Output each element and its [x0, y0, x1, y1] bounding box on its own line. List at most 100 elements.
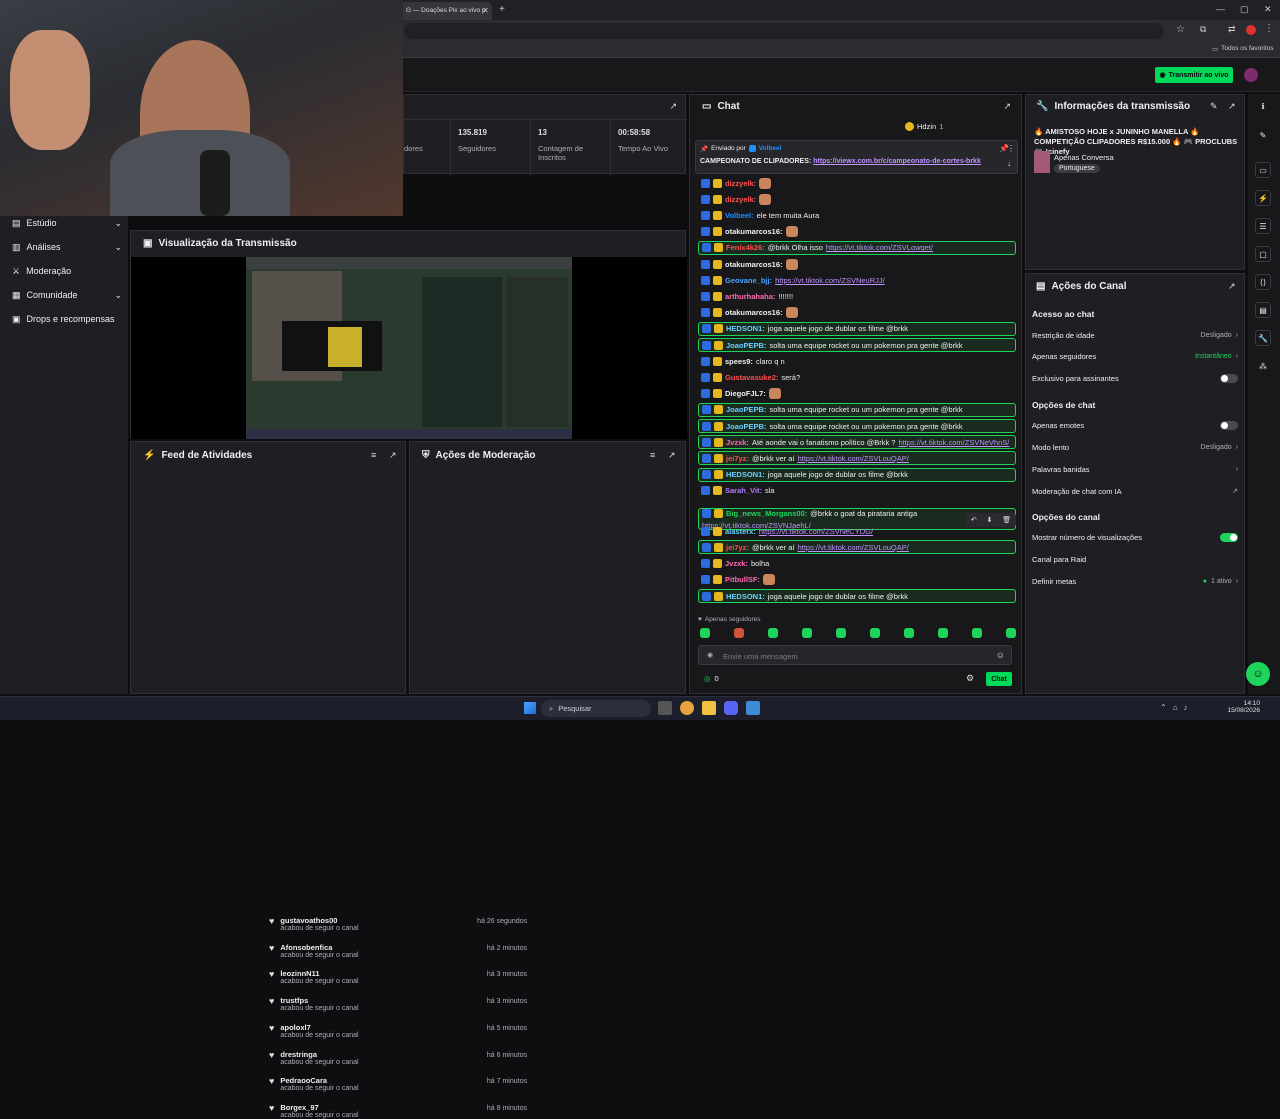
popout-icon[interactable]: ↗	[1003, 101, 1011, 112]
more-icon[interactable]: ⋮	[1007, 144, 1015, 153]
translate-icon[interactable]: ⇄	[1228, 24, 1236, 35]
chat-message[interactable]: Fenix4k26: @brkk Olha isso https://vt.tikt…	[698, 240, 1016, 255]
chat-message[interactable]: Sarah_Vit: sla	[698, 484, 1016, 498]
chat-username[interactable]: spees9:	[725, 357, 753, 366]
chat-link[interactable]: https://vt.tiktok.com/ZSVLowqet/	[826, 243, 933, 252]
popout-icon[interactable]: ↗	[389, 450, 397, 461]
chat-username[interactable]: HEDSON1:	[726, 592, 765, 601]
sidebar-item-drops[interactable]: ▣ Drops e recompensas	[12, 312, 132, 326]
popout-icon[interactable]: ↗	[1228, 281, 1236, 292]
chat-message[interactable]: otakumarcos16:	[698, 257, 1016, 271]
activity-user[interactable]: apoloxl7	[280, 1023, 358, 1032]
reply-icon[interactable]: ↶	[971, 516, 977, 524]
support-chat-button[interactable]: ☺	[1246, 662, 1270, 686]
apps-icon[interactable]: ⁂	[1255, 358, 1271, 374]
bolt-icon[interactable]: ⚡	[1255, 190, 1271, 206]
chat-message[interactable]: Geovane_bjj: https://vt.tiktok.com/ZSVNeu…	[698, 273, 1016, 287]
bookmark-star-icon[interactable]: ☆	[1176, 24, 1185, 35]
pencil-icon[interactable]: ✎	[1255, 127, 1271, 143]
chat-message[interactable]: HEDSON1: joga aquele jogo de dublar os fi…	[698, 467, 1016, 482]
chat-message[interactable]: JoaoPEPB: solta uma equipe rocket ou um p…	[698, 338, 1016, 352]
activity-user[interactable]: Borgex_97	[280, 1103, 358, 1112]
activity-user[interactable]: drestringa	[280, 1050, 358, 1059]
chat-link[interactable]: https://vt.tiktok.com/ZSVLouQAP/	[798, 454, 909, 463]
chat-username[interactable]: DiegoFJL7:	[725, 389, 766, 398]
age-restriction-row[interactable]: Restrição de idade Desligado ›	[1032, 329, 1238, 341]
sidebar-item-community[interactable]: ▦ Comunidade ⌄	[12, 288, 122, 302]
chat-link[interactable]: https://vt.tiktok.com/ZSVNeVhnS/	[898, 438, 1009, 447]
address-bar[interactable]	[404, 23, 1164, 39]
chat-username[interactable]: JoaoPEPB:	[726, 341, 766, 350]
browser-tab[interactable]: G — Doações Pix ao vivo p	[400, 2, 492, 20]
emote-icon[interactable]	[938, 628, 948, 638]
panel-icon[interactable]: ▭	[1255, 162, 1271, 178]
chat-username[interactable]: Sarah_Vit:	[725, 486, 762, 495]
windows-start-icon[interactable]	[524, 702, 536, 714]
activity-user[interactable]: gustavoathos00	[280, 916, 358, 925]
list-icon[interactable]: ☰	[1255, 218, 1271, 234]
collapse-icon[interactable]: ↓	[1007, 159, 1011, 168]
sidebar-item-analytics[interactable]: ▥ Análises ⌄	[12, 240, 122, 254]
chat-message[interactable]: HEDSON1: joga aquele jogo de dublar os fi…	[698, 589, 1016, 603]
activity-user[interactable]: Afonsobenfica	[280, 943, 358, 952]
emote-icon[interactable]	[904, 628, 914, 638]
chat-username[interactable]: alasterx:	[725, 527, 756, 536]
chat-username[interactable]: Big_news_Morgans00:	[726, 509, 807, 518]
chat-message[interactable]: JoaoPEPB: solta uma equipe rocket ou um p…	[698, 419, 1016, 433]
chat-username[interactable]: HEDSON1:	[726, 470, 765, 479]
delete-icon[interactable]: 🗑	[1002, 516, 1011, 524]
language-tag[interactable]: Portuguese	[1054, 164, 1100, 173]
chat-message[interactable]: dizzyelk:	[698, 176, 1016, 190]
followers-only-row[interactable]: Apenas seguidores Instantâneo ›	[1032, 350, 1238, 362]
taskbar-search[interactable]: ⌕ Pesquisar	[541, 700, 651, 717]
chat-username[interactable]: Jvzxk:	[725, 559, 748, 568]
video-player[interactable]	[131, 257, 687, 439]
chat-username[interactable]: dizzyelk:	[725, 195, 756, 204]
popout-icon[interactable]: ↗	[668, 450, 676, 461]
chat-username[interactable]: jei7yz:	[726, 454, 749, 463]
chat-message[interactable]: Gustavasuke2: será?	[698, 370, 1016, 384]
emote-icon[interactable]	[802, 628, 812, 638]
close-window-icon[interactable]: ✕	[1264, 4, 1272, 15]
chat-username[interactable]: arthurhahaha:	[725, 292, 775, 301]
all-bookmarks[interactable]: ▭ Todos os favoritos	[1212, 45, 1274, 53]
pinned-link[interactable]: https://viewx.com.br/c/campeonato-de-cor…	[813, 158, 981, 165]
chat-username[interactable]: HEDSON1:	[726, 324, 765, 333]
sidebar-item-moderation[interactable]: ⚔ Moderação	[12, 264, 122, 278]
chat-message[interactable]: DiegoFJL7:	[698, 387, 1016, 401]
menu-icon[interactable]: ⋮	[1264, 23, 1274, 34]
channel-points[interactable]: ◎ 0	[704, 674, 719, 683]
emote-icon[interactable]	[836, 628, 846, 638]
chat-send-button[interactable]: Chat	[986, 672, 1012, 686]
chat-message[interactable]: dizzyelk:	[698, 192, 1016, 206]
new-tab-icon[interactable]: +	[499, 4, 505, 15]
chat-username[interactable]: Geovane_bjj:	[725, 276, 772, 285]
ai-moderation-row[interactable]: Moderação de chat com IA ↗	[1032, 485, 1238, 497]
emote-icon[interactable]	[870, 628, 880, 638]
chat-username[interactable]: Fenix4k26:	[726, 243, 765, 252]
subs-only-toggle[interactable]	[1220, 373, 1238, 383]
emotes-only-toggle[interactable]	[1220, 420, 1238, 430]
emoji-icon[interactable]: ☺	[996, 650, 1005, 660]
maximize-icon[interactable]: ▢	[1240, 4, 1249, 15]
chat-message[interactable]: arthurhahaha:!!!!!!!	[698, 289, 1016, 303]
code-icon[interactable]: ⟨⟩	[1255, 274, 1271, 290]
settings-gear-icon[interactable]: ⚙	[966, 673, 974, 684]
go-live-button[interactable]: ◉ Transmitir ao vivo	[1155, 67, 1233, 83]
info-icon[interactable]: ℹ	[1255, 98, 1271, 114]
emote-icon[interactable]	[700, 628, 710, 638]
raid-channel-row[interactable]: Canal para Raid	[1032, 553, 1238, 565]
emote-icon[interactable]	[768, 628, 778, 638]
chat-message[interactable]: otakumarcos16:	[698, 306, 1016, 320]
chat-username[interactable]: Volbeel:	[725, 211, 754, 220]
show-views-toggle[interactable]	[1220, 532, 1238, 542]
edit-icon[interactable]: ✎	[1210, 101, 1218, 112]
popout-icon[interactable]: ↗	[1228, 101, 1236, 112]
chat-message[interactable]: PitbullSF:	[698, 573, 1016, 587]
chat-message[interactable]: jei7yz: @brkk ver aí https://vt.tiktok.com…	[698, 451, 1016, 466]
emote-icon[interactable]	[1006, 628, 1016, 638]
chat-message[interactable]: Jvzxk: Até aonde vai o fanatismo político…	[698, 435, 1016, 450]
profile-avatar[interactable]	[1246, 25, 1256, 35]
hype-leaderboard[interactable]: Hdzin 1	[905, 122, 943, 131]
minimize-icon[interactable]: —	[1216, 4, 1225, 14]
